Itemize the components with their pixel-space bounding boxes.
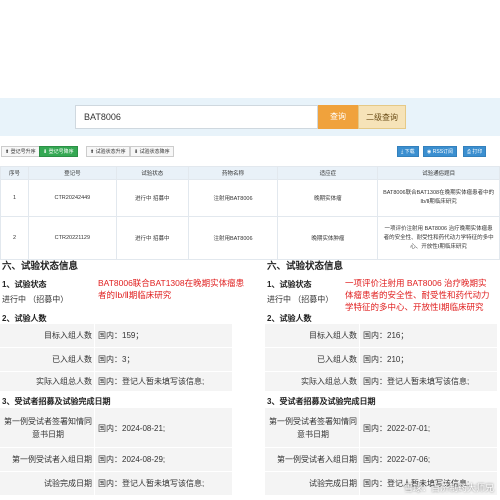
print-button[interactable]: ⎙ 打印	[463, 146, 487, 157]
enrolled-value: 国内：210；	[363, 355, 409, 364]
target-enrollment-value: 国内：159；	[98, 331, 144, 340]
actual-enrollment-value: 国内：登记人暂未填写该信息;	[98, 377, 205, 386]
dates-subtitle: 3、受试者招募及试验完成日期	[267, 397, 376, 406]
row-divider	[94, 348, 95, 371]
target-enrollment-value: 国内：216；	[363, 331, 409, 340]
trial-title-note: BAT8006联合BAT1308在晚期实体瘤患者的Ⅰb/Ⅱ期临床研究	[98, 278, 245, 300]
first-enrollment-date-value: 国内：2022-07-06;	[363, 455, 431, 464]
cell-drug: 注射用BAT8006	[187, 179, 279, 217]
col-header-indication: 适应症	[277, 166, 379, 180]
row-divider	[94, 472, 95, 495]
consent-date-value: 国内：2022-07-01;	[363, 424, 431, 433]
sort-toolbar: ⬆ 登记号升序 ⬇ 登记号降序 ⬆ 试验状态升序 ⬇ 试验状态降序 ⤓ 下载 ◉…	[0, 146, 500, 158]
sort-status-asc-button[interactable]: ⬆ 试验状态升序	[86, 146, 130, 157]
search-input[interactable]: BAT8006	[75, 105, 318, 129]
consent-date-label: 第一例受试者签署知情同意书日期	[4, 417, 92, 439]
completion-date-label: 试验完成日期	[44, 479, 92, 488]
actual-enrollment-row: 实际入组总人数 国内：登记人暂未填写该信息;	[0, 372, 232, 392]
cell-indication: 晚期实体瘤	[277, 179, 379, 217]
trial-title-note: 一项评价注射用 BAT8006 治疗晚期实体瘤患者的安全性、耐受性和药代动力学特…	[345, 278, 490, 312]
first-enrollment-date-label: 第一例受试者入组日期	[277, 455, 357, 464]
row-divider	[359, 472, 360, 495]
row-divider	[94, 408, 95, 447]
rss-button[interactable]: ◉ RSS订阅	[423, 146, 458, 157]
actual-enrollment-label: 实际入组总人数	[301, 377, 357, 386]
download-button[interactable]: ⤓ 下载	[397, 146, 419, 157]
results-table: 序号 登记号 试验状态 药物名称 适应症 试验通俗题目 1 CTR2024244…	[0, 166, 500, 260]
consent-date-label: 第一例受试者签署知情同意书日期	[269, 417, 357, 439]
status-value: 进行中 （招募中）	[2, 295, 69, 304]
table-row[interactable]: 1 CTR20242449 进行中 招募中 注射用BAT8006 晚期实体瘤 B…	[0, 179, 500, 217]
sort-status-desc-label: 试验状态降序	[139, 149, 170, 155]
col-header-status: 试验状态	[115, 166, 189, 180]
target-enrollment-row: 目标入组人数 国内：216；	[265, 324, 497, 348]
row-divider	[359, 408, 360, 447]
enrolled-label: 已入组人数	[317, 355, 357, 364]
target-enrollment-label: 目标入组人数	[309, 331, 357, 340]
row-divider	[94, 372, 95, 391]
section-title: 六、试验状态信息	[267, 261, 344, 272]
sort-reg-asc-button[interactable]: ⬆ 登记号升序	[1, 146, 40, 157]
sort-reg-desc-label: 登记号降序	[48, 149, 74, 155]
row-divider	[359, 372, 360, 391]
row-divider	[94, 324, 95, 347]
sort-reg-desc-button[interactable]: ⬇ 登记号降序	[39, 146, 78, 157]
completion-date-row: 试验完成日期 国内：登记人暂未填写该信息;	[0, 472, 232, 496]
first-enrollment-date-value: 国内：2024-08-29;	[98, 455, 166, 464]
col-header-index: 序号	[0, 166, 29, 180]
watermark: 雪球：百济制药大师兄	[403, 483, 494, 493]
first-enrollment-date-row: 第一例受试者入组日期 国内：2022-07-06;	[265, 448, 497, 472]
consent-date-value: 国内：2024-08-21;	[98, 424, 166, 433]
consent-date-row: 第一例受试者签署知情同意书日期 国内：2024-08-21;	[0, 408, 232, 448]
enrolled-label: 已入组人数	[52, 355, 92, 364]
rss-label: RSS订阅	[432, 149, 454, 155]
sort-status-desc-button[interactable]: ⬇ 试验状态降序	[130, 146, 174, 157]
cell-reg-no[interactable]: CTR20242449	[27, 179, 117, 217]
row-divider	[359, 324, 360, 347]
sort-reg-asc-label: 登记号升序	[10, 149, 36, 155]
first-enrollment-date-label: 第一例受试者入组日期	[12, 455, 92, 464]
col-header-title: 试验通俗题目	[377, 166, 500, 180]
col-header-drug: 药物名称	[187, 166, 279, 180]
section-title: 六、试验状态信息	[2, 261, 79, 272]
enrolled-row: 已入组人数 国内：210；	[265, 348, 497, 372]
target-enrollment-row: 目标入组人数 国内：159；	[0, 324, 232, 348]
row-divider	[359, 448, 360, 471]
trial-status-panel-left: 六、试验状态信息 1、试验状态 进行中 （招募中） BAT8006联合BAT13…	[0, 250, 244, 500]
trial-status-panel-right: 六、试验状态信息 1、试验状态 进行中 （招募中） 一项评价注射用 BAT800…	[265, 250, 497, 500]
consent-date-row: 第一例受试者签署知情同意书日期 国内：2022-07-01;	[265, 408, 497, 448]
status-subtitle: 1、试验状态	[267, 280, 312, 289]
row-divider	[359, 348, 360, 371]
enrolled-value: 国内：3；	[98, 355, 135, 364]
status-subtitle: 1、试验状态	[2, 280, 47, 289]
status-value: 进行中 （招募中）	[267, 295, 334, 304]
sort-status-asc-label: 试验状态升序	[95, 149, 126, 155]
cell-index: 1	[0, 179, 29, 217]
actual-enrollment-value: 国内：登记人暂未填写该信息;	[363, 377, 470, 386]
actual-enrollment-label: 实际入组总人数	[36, 377, 92, 386]
enrolled-row: 已入组人数 国内：3；	[0, 348, 232, 372]
completion-date-value: 国内：登记人暂未填写该信息;	[98, 479, 205, 488]
cell-title[interactable]: BAT8006联合BAT1308在晚期实体瘤患者中的Ⅰb/Ⅱ期临床研究	[377, 179, 500, 217]
cell-status: 进行中 招募中	[115, 179, 189, 217]
count-subtitle: 2、试验人数	[267, 314, 312, 323]
dates-subtitle: 3、受试者招募及试验完成日期	[2, 397, 111, 406]
secondary-search-button[interactable]: 二级查询	[358, 105, 406, 129]
table-header-row: 序号 登记号 试验状态 药物名称 适应症 试验通俗题目	[0, 166, 500, 180]
first-enrollment-date-row: 第一例受试者入组日期 国内：2024-08-29;	[0, 448, 232, 472]
actual-enrollment-row: 实际入组总人数 国内：登记人暂未填写该信息;	[265, 372, 497, 392]
target-enrollment-label: 目标入组人数	[44, 331, 92, 340]
count-subtitle: 2、试验人数	[2, 314, 47, 323]
row-divider	[94, 448, 95, 471]
search-button[interactable]: 查询	[318, 105, 358, 129]
print-label: 打印	[472, 149, 483, 155]
col-header-reg-no: 登记号	[27, 166, 117, 180]
completion-date-label: 试验完成日期	[309, 479, 357, 488]
download-label: 下载	[404, 149, 415, 155]
